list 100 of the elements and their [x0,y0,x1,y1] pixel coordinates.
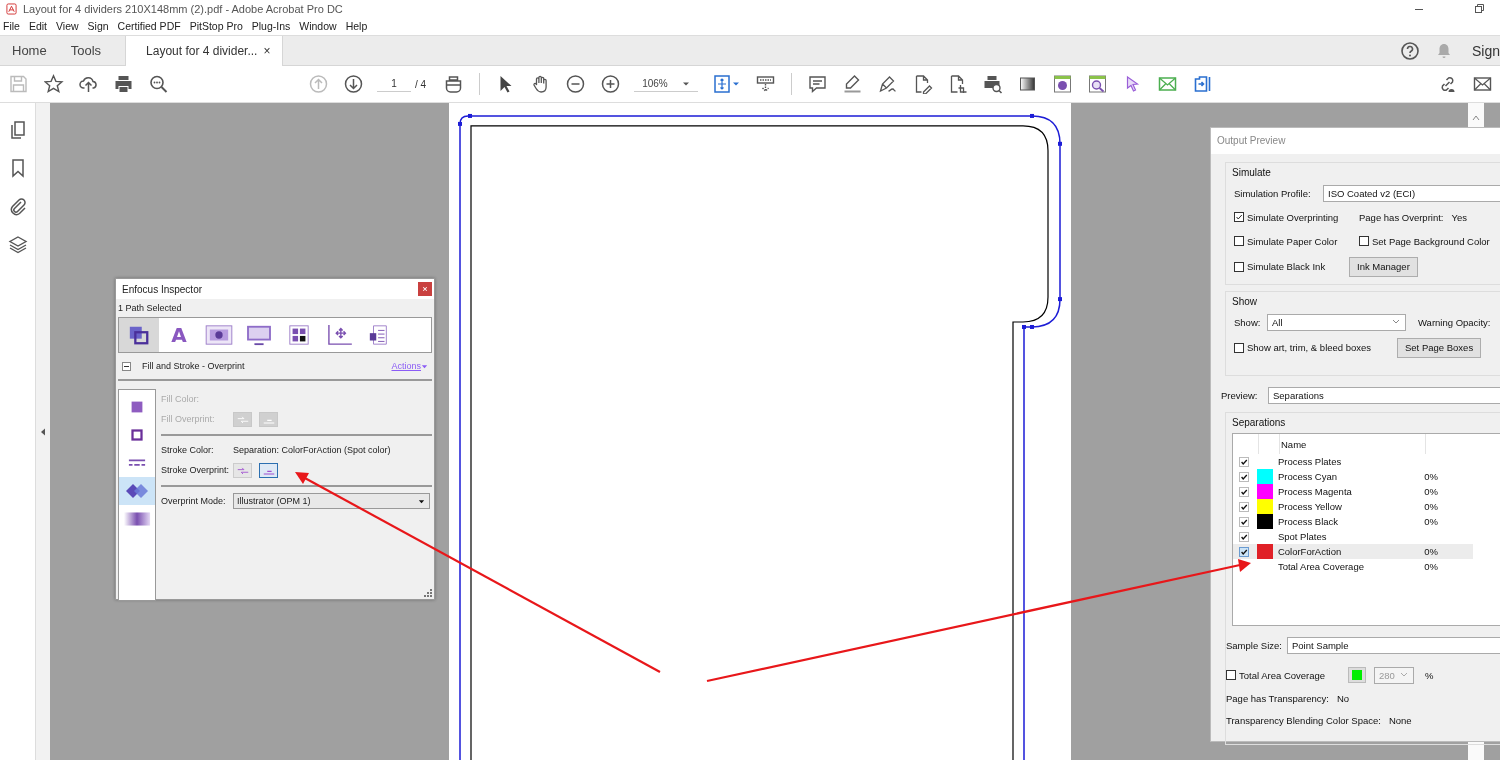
checkbox[interactable] [1234,236,1244,246]
menu-item[interactable]: Help [345,20,368,32]
scroll-up-icon[interactable] [1472,115,1480,121]
column-header: Name [1280,434,1426,454]
checkbox[interactable] [1238,546,1249,557]
stroke-overprint-label: Stroke Overprint: [161,465,231,475]
checkbox[interactable] [1238,516,1249,527]
checkbox[interactable] [1238,456,1249,467]
fill-color-label: Fill Color: [161,394,200,404]
checkbox-label[interactable]: Simulate Overprinting [1247,211,1339,223]
close-icon[interactable] [418,282,432,296]
collapse-arrow-icon[interactable] [40,427,46,436]
ink-manager-button[interactable]: Ink Manager [1349,256,1418,277]
help-icon[interactable] [1399,40,1420,61]
resize-grip-icon[interactable] [424,589,432,597]
checkbox[interactable] [1234,342,1244,353]
chevron-icon [1392,319,1400,325]
overprint-mode-dropdown[interactable]: Illustrator (OPM 1) [233,493,430,509]
document-tab[interactable]: Layout for 4 divider... × [125,36,284,66]
preview-label: Preview: [1221,389,1259,401]
text-tab[interactable]: A [159,318,199,352]
preview-dropdown[interactable]: Separations [1268,386,1500,404]
menu-item[interactable]: Window [299,20,337,32]
warning-opacity-label: Warning Opacity: [1418,316,1491,328]
menu-item[interactable]: Sign [87,20,109,32]
caret-icon [418,497,425,505]
caret-icon [421,362,428,370]
window-title: Layout for 4 dividers 210X148mm (2).pdf - Adobe Acrobat Pro DC [23,2,343,15]
separation-row[interactable]: Process Plates [1233,454,1473,469]
checkbox-label[interactable]: Show art, trim, & bleed boxes [1247,342,1372,353]
separation-row[interactable]: Process Magenta 0% [1233,484,1473,499]
checkbox-label[interactable]: Total Area Coverage [1239,669,1326,681]
menu-item[interactable]: View [56,20,79,32]
stroke-color-label: Stroke Color: [161,445,215,455]
restore-icon[interactable] [1474,3,1484,14]
separation-name: ColorForAction [1277,546,1342,557]
stroke-overprint-toggle[interactable] [259,462,278,478]
coverage-color-button[interactable] [1348,667,1366,683]
checkbox[interactable] [1238,501,1249,512]
blending-space-label: Transparency Blending Color Space: [1226,714,1381,726]
checkbox[interactable] [1238,471,1249,482]
coverage-value: 0% [1424,486,1438,497]
panel-title: Enfocus Inspector [122,283,203,295]
menu-item[interactable]: Edit [28,20,47,32]
separation-name: Process Yellow [1277,501,1342,512]
checkbox[interactable] [1238,531,1249,542]
fill-overprint-label: Fill Overprint: [161,414,216,424]
percent-unit: % [1425,669,1434,681]
separation-row[interactable]: Process Yellow 0% [1233,499,1473,514]
overprint-mode-label: Overprint Mode: [161,496,227,506]
checkbox[interactable] [1238,486,1249,497]
checkbox[interactable] [1234,212,1244,222]
checkbox-label[interactable]: Set Page Background Color [1372,235,1490,247]
simulation-profile-label: Simulation Profile: [1234,187,1312,199]
checkbox[interactable] [1226,670,1236,680]
separation-row[interactable]: Process Black 0% [1233,514,1473,529]
actions-menu-link[interactable]: Actions [391,361,428,371]
checkbox[interactable] [1359,236,1369,246]
sign-in-link[interactable]: Sign [1471,36,1500,65]
blending-space-value: None [1388,714,1412,726]
checkbox-label[interactable]: Simulate Paper Color [1247,235,1338,247]
checkbox-label[interactable]: Simulate Black Ink [1247,261,1326,272]
collapse-icon[interactable] [122,361,131,371]
chevron-icon [1400,672,1408,678]
separation-row[interactable]: ColorForAction 0% [1233,544,1473,559]
menu-item[interactable]: Certified PDF [117,20,181,32]
separation-name: Process Plates [1277,456,1342,467]
group-legend: Show [1232,296,1257,307]
sample-size-dropdown[interactable]: Point Sample [1287,636,1500,654]
menu-item[interactable]: File [3,20,20,32]
show-label: Show: [1234,316,1262,328]
zoom-field[interactable]: 106% [634,76,699,92]
nav-tab[interactable]: Home [0,36,59,65]
overprint-icon [235,464,250,476]
stroke-color-value: Separation: ColorForAction (Spot color) [233,445,391,455]
page-has-overprint-label: Page has Overprint: [1359,211,1444,223]
page-total: / 4 [415,78,427,90]
close-tab-button[interactable]: × [263,44,271,58]
overprint-tab-icon[interactable] [119,477,155,505]
coverage-value: 0% [1424,516,1438,527]
fill-stroke-tab-icon[interactable] [119,318,159,352]
separation-name: Process Black [1277,516,1339,527]
show-dropdown[interactable]: All [1267,313,1406,331]
separation-name: Process Cyan [1277,471,1337,482]
separation-row[interactable]: Process Cyan 0% [1233,469,1473,484]
separation-name: Process Magenta [1277,486,1352,497]
separation-row[interactable]: Spot Plates [1233,529,1473,544]
checkbox[interactable] [1234,261,1244,272]
menu-item[interactable]: Plug-Ins [251,20,291,32]
page-number-field[interactable]: 1 [377,76,411,92]
nav-tab[interactable]: Tools [58,36,114,65]
menu-item[interactable]: PitStop Pro [189,20,243,32]
set-page-boxes-button[interactable]: Set Page Boxes [1397,337,1482,358]
section-title: Fill and Stroke - Overprint [142,361,245,371]
separation-name: Total Area Coverage [1277,561,1364,572]
coverage-value: 0% [1424,471,1438,482]
layers-icon[interactable] [7,234,28,254]
panel-title: Output Preview [1211,128,1500,154]
simulation-profile-field[interactable]: ISO Coated v2 (ECI) [1323,184,1500,202]
separation-row[interactable]: Total Area Coverage 0% [1233,559,1473,574]
